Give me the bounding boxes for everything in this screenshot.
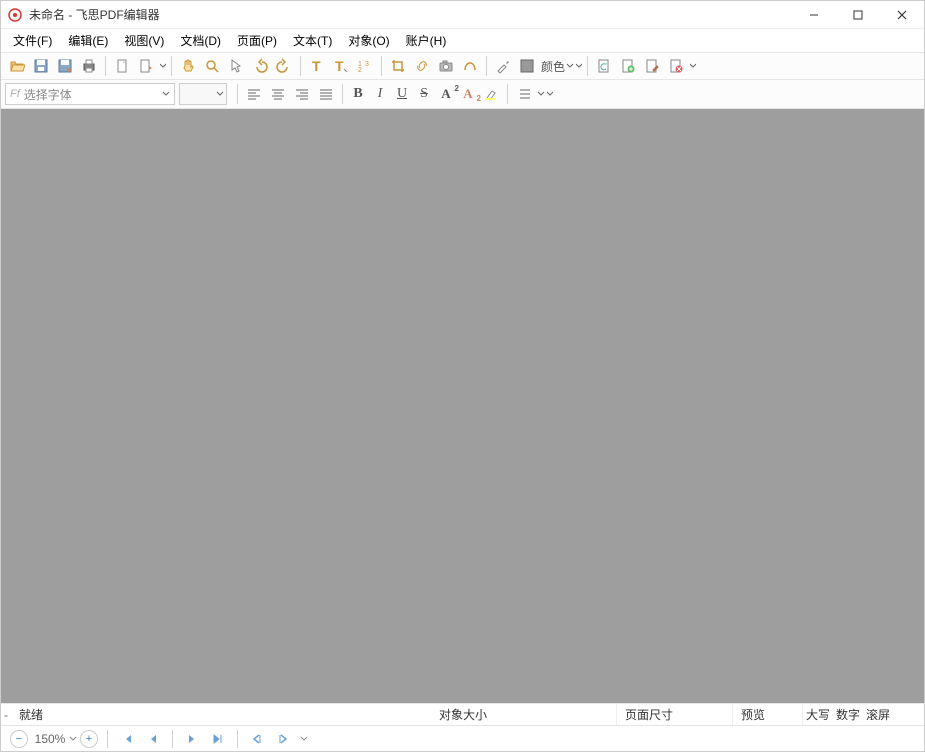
print-button[interactable] — [78, 55, 100, 77]
text-numbered-button[interactable]: 123 — [354, 55, 376, 77]
svg-text:3: 3 — [365, 61, 369, 68]
hand-tool-button[interactable] — [177, 55, 199, 77]
save-button[interactable] — [30, 55, 52, 77]
subscript-button[interactable]: A2 — [457, 86, 479, 102]
save-as-button[interactable] — [54, 55, 76, 77]
close-button[interactable] — [880, 1, 924, 29]
page-export-button[interactable] — [135, 55, 157, 77]
document-canvas[interactable] — [1, 109, 924, 703]
nav-back-button[interactable] — [248, 730, 266, 748]
next-page-button[interactable] — [183, 730, 201, 748]
line-spacing-dropdown[interactable] — [537, 89, 545, 99]
shape-button[interactable] — [459, 55, 481, 77]
menu-account[interactable]: 账户(H) — [398, 29, 455, 52]
zoom-tool-button[interactable] — [201, 55, 223, 77]
zoom-value[interactable]: 150% — [31, 732, 69, 746]
toolbar-overflow-3[interactable] — [689, 61, 697, 71]
eyedropper-button[interactable] — [492, 55, 514, 77]
link-button[interactable] — [411, 55, 433, 77]
nav-forward-button[interactable] — [274, 730, 292, 748]
navigation-bar: − 150% + — [1, 725, 924, 751]
prev-page-button[interactable] — [144, 730, 162, 748]
italic-button[interactable]: I — [369, 86, 391, 102]
font-size-select[interactable] — [179, 83, 227, 105]
svg-text:T: T — [312, 58, 321, 74]
menu-text[interactable]: 文本(T) — [285, 29, 340, 52]
menubar: 文件(F) 编辑(E) 视图(V) 文档(D) 页面(P) 文本(T) 对象(O… — [1, 29, 924, 53]
zoom-in-button[interactable]: + — [80, 730, 98, 748]
page-delete-button[interactable] — [665, 55, 687, 77]
svg-text:T: T — [335, 58, 344, 74]
menu-view[interactable]: 视图(V) — [116, 29, 172, 52]
strikethrough-button[interactable]: S — [413, 86, 435, 102]
nav-overflow-icon[interactable] — [300, 735, 308, 743]
color-label: 颜色 — [541, 58, 565, 75]
menu-page[interactable]: 页面(P) — [229, 29, 285, 52]
page-portrait-button[interactable] — [111, 55, 133, 77]
titlebar: 未命名 - 飞思PDF编辑器 — [1, 1, 924, 29]
format-toolbar: Ff 选择字体 B I U S A2 A2 — [1, 80, 924, 109]
window-title: 未命名 - 飞思PDF编辑器 — [29, 6, 792, 23]
crop-button[interactable] — [387, 55, 409, 77]
align-right-button[interactable] — [291, 83, 313, 105]
app-icon — [7, 7, 23, 23]
font-prefix-label: Ff — [10, 88, 20, 100]
toolbar-overflow-2[interactable] — [575, 61, 583, 71]
line-spacing-button[interactable] — [513, 83, 535, 105]
first-page-button[interactable] — [118, 730, 136, 748]
snapshot-button[interactable] — [435, 55, 457, 77]
align-left-button[interactable] — [243, 83, 265, 105]
maximize-button[interactable] — [836, 1, 880, 29]
status-ready: 就绪 — [11, 704, 431, 725]
color-swatch-button[interactable] — [516, 55, 538, 77]
page-add-button[interactable] — [617, 55, 639, 77]
bold-button[interactable]: B — [347, 86, 369, 102]
font-placeholder: 选择字体 — [24, 86, 162, 103]
toolbar-overflow-1[interactable] — [159, 61, 167, 71]
main-toolbar: T T 123 颜色 — [1, 53, 924, 80]
page-edit-button[interactable] — [641, 55, 663, 77]
status-scroll: 滚屏 — [863, 704, 893, 725]
align-center-button[interactable] — [267, 83, 289, 105]
status-collapse-icon[interactable]: - — [1, 708, 11, 722]
underline-button[interactable]: U — [391, 86, 413, 102]
text-box-button[interactable]: T — [330, 55, 352, 77]
align-justify-button[interactable] — [315, 83, 337, 105]
status-object-size-label: 对象大小 — [431, 704, 617, 725]
zoom-dropdown-icon[interactable] — [69, 735, 77, 743]
redo-button[interactable] — [273, 55, 295, 77]
status-num: 数字 — [833, 704, 863, 725]
page-refresh-button[interactable] — [593, 55, 615, 77]
menu-file[interactable]: 文件(F) — [5, 29, 60, 52]
open-button[interactable] — [6, 55, 28, 77]
color-dropdown[interactable] — [566, 61, 574, 71]
pointer-tool-button[interactable] — [225, 55, 247, 77]
undo-button[interactable] — [249, 55, 271, 77]
last-page-button[interactable] — [209, 730, 227, 748]
status-bar: - 就绪 对象大小 页面尺寸 预览 大写 数字 滚屏 — [1, 703, 924, 725]
menu-object[interactable]: 对象(O) — [340, 29, 397, 52]
menu-document[interactable]: 文档(D) — [172, 29, 229, 52]
status-caps: 大写 — [803, 704, 833, 725]
status-preview-label: 预览 — [733, 704, 803, 725]
superscript-button[interactable]: A2 — [435, 86, 457, 102]
format-overflow[interactable] — [546, 89, 554, 99]
font-family-select[interactable]: Ff 选择字体 — [5, 83, 175, 105]
highlight-button[interactable] — [480, 83, 502, 105]
zoom-out-button[interactable]: − — [10, 730, 28, 748]
minimize-button[interactable] — [792, 1, 836, 29]
status-page-size-label: 页面尺寸 — [617, 704, 733, 725]
svg-text:2: 2 — [358, 67, 362, 74]
menu-edit[interactable]: 编辑(E) — [60, 29, 116, 52]
text-tool-button[interactable]: T — [306, 55, 328, 77]
